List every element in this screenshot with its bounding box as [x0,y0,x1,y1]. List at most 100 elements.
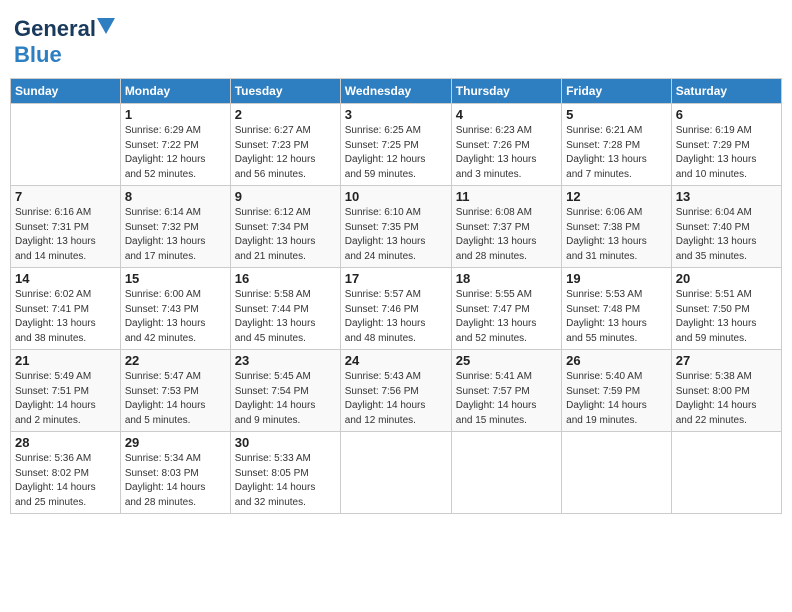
calendar-cell: 22 Sunrise: 5:47 AM Sunset: 7:53 PM Dayli… [120,350,230,432]
day-number: 10 [345,189,447,204]
day-number: 11 [456,189,557,204]
weekday-header-thursday: Thursday [451,79,561,104]
calendar-cell: 21 Sunrise: 5:49 AM Sunset: 7:51 PM Dayli… [11,350,121,432]
day-detail: Sunrise: 6:19 AM Sunset: 7:29 PM Dayligh… [676,124,777,182]
day-number: 9 [235,189,336,204]
day-number: 27 [676,353,777,368]
weekday-header-sunday: Sunday [11,79,121,104]
day-number: 22 [125,353,226,368]
day-detail: Sunrise: 6:27 AM Sunset: 7:23 PM Dayligh… [235,124,336,182]
day-detail: Sunrise: 6:29 AM Sunset: 7:22 PM Dayligh… [125,124,226,182]
calendar-week-4: 21 Sunrise: 5:49 AM Sunset: 7:51 PM Dayli… [11,350,782,432]
day-number: 21 [15,353,116,368]
day-number: 26 [566,353,667,368]
day-detail: Sunrise: 6:10 AM Sunset: 7:35 PM Dayligh… [345,206,447,264]
day-detail: Sunrise: 5:36 AM Sunset: 8:02 PM Dayligh… [15,452,116,510]
calendar-cell: 12Sunrise: 6:06 AM Sunset: 7:38 PM Dayli… [562,186,672,268]
day-detail: Sunrise: 6:04 AM Sunset: 7:40 PM Dayligh… [676,206,777,264]
day-detail: Sunrise: 6:06 AM Sunset: 7:38 PM Dayligh… [566,206,667,264]
calendar-cell: 9 Sunrise: 6:12 AM Sunset: 7:34 PM Daylig… [230,186,340,268]
calendar-cell: 25 Sunrise: 5:41 AM Sunset: 7:57 PM Dayli… [451,350,561,432]
day-number: 19 [566,271,667,286]
logo-arrow-icon [97,18,115,36]
day-detail: Sunrise: 6:08 AM Sunset: 7:37 PM Dayligh… [456,206,557,264]
day-detail: Sunrise: 6:00 AM Sunset: 7:43 PM Dayligh… [125,288,226,346]
day-number: 20 [676,271,777,286]
calendar-cell [562,432,672,514]
day-number: 25 [456,353,557,368]
calendar-cell: 28 Sunrise: 5:36 AM Sunset: 8:02 PM Dayli… [11,432,121,514]
day-detail: Sunrise: 6:25 AM Sunset: 7:25 PM Dayligh… [345,124,447,182]
weekday-header-monday: Monday [120,79,230,104]
day-number: 6 [676,107,777,122]
day-detail: Sunrise: 5:51 AM Sunset: 7:50 PM Dayligh… [676,288,777,346]
day-detail: Sunrise: 5:43 AM Sunset: 7:56 PM Dayligh… [345,370,447,428]
day-detail: Sunrise: 6:12 AM Sunset: 7:34 PM Dayligh… [235,206,336,264]
calendar-cell: 16 Sunrise: 5:58 AM Sunset: 7:44 PM Dayli… [230,268,340,350]
day-number: 24 [345,353,447,368]
day-detail: Sunrise: 5:34 AM Sunset: 8:03 PM Dayligh… [125,452,226,510]
day-detail: Sunrise: 5:53 AM Sunset: 7:48 PM Dayligh… [566,288,667,346]
day-detail: Sunrise: 5:47 AM Sunset: 7:53 PM Dayligh… [125,370,226,428]
calendar-cell: 7Sunrise: 6:16 AM Sunset: 7:31 PM Daylig… [11,186,121,268]
day-detail: Sunrise: 5:40 AM Sunset: 7:59 PM Dayligh… [566,370,667,428]
day-number: 5 [566,107,667,122]
day-detail: Sunrise: 5:55 AM Sunset: 7:47 PM Dayligh… [456,288,557,346]
calendar-cell: 6 Sunrise: 6:19 AM Sunset: 7:29 PM Daylig… [671,104,781,186]
calendar-week-1: 1 Sunrise: 6:29 AM Sunset: 7:22 PM Daylig… [11,104,782,186]
calendar-cell [340,432,451,514]
day-detail: Sunrise: 6:14 AM Sunset: 7:32 PM Dayligh… [125,206,226,264]
calendar-body: 1 Sunrise: 6:29 AM Sunset: 7:22 PM Daylig… [11,104,782,514]
logo-text-general: General [14,16,96,42]
day-detail: Sunrise: 5:45 AM Sunset: 7:54 PM Dayligh… [235,370,336,428]
calendar-cell: 4 Sunrise: 6:23 AM Sunset: 7:26 PM Daylig… [451,104,561,186]
calendar-cell: 18 Sunrise: 5:55 AM Sunset: 7:47 PM Dayli… [451,268,561,350]
calendar-cell: 14 Sunrise: 6:02 AM Sunset: 7:41 PM Dayli… [11,268,121,350]
day-number: 28 [15,435,116,450]
calendar-cell: 2 Sunrise: 6:27 AM Sunset: 7:23 PM Daylig… [230,104,340,186]
calendar-cell: 8 Sunrise: 6:14 AM Sunset: 7:32 PM Daylig… [120,186,230,268]
calendar-cell: 20 Sunrise: 5:51 AM Sunset: 7:50 PM Dayli… [671,268,781,350]
calendar-table: SundayMondayTuesdayWednesdayThursdayFrid… [10,78,782,514]
logo: General Blue [14,16,115,68]
day-detail: Sunrise: 6:23 AM Sunset: 7:26 PM Dayligh… [456,124,557,182]
calendar-cell: 30Sunrise: 5:33 AM Sunset: 8:05 PM Dayli… [230,432,340,514]
day-detail: Sunrise: 5:57 AM Sunset: 7:46 PM Dayligh… [345,288,447,346]
calendar-cell: 27 Sunrise: 5:38 AM Sunset: 8:00 PM Dayli… [671,350,781,432]
calendar-header-row: SundayMondayTuesdayWednesdayThursdayFrid… [11,79,782,104]
calendar-cell: 10 Sunrise: 6:10 AM Sunset: 7:35 PM Dayli… [340,186,451,268]
calendar-cell: 19 Sunrise: 5:53 AM Sunset: 7:48 PM Dayli… [562,268,672,350]
day-detail: Sunrise: 5:41 AM Sunset: 7:57 PM Dayligh… [456,370,557,428]
day-number: 29 [125,435,226,450]
day-number: 8 [125,189,226,204]
day-detail: Sunrise: 5:49 AM Sunset: 7:51 PM Dayligh… [15,370,116,428]
day-number: 14 [15,271,116,286]
calendar-cell: 26 Sunrise: 5:40 AM Sunset: 7:59 PM Dayli… [562,350,672,432]
page-header: General Blue [10,10,782,74]
day-number: 2 [235,107,336,122]
calendar-cell [11,104,121,186]
day-detail: Sunrise: 6:16 AM Sunset: 7:31 PM Dayligh… [15,206,116,264]
calendar-cell: 13 Sunrise: 6:04 AM Sunset: 7:40 PM Dayli… [671,186,781,268]
calendar-cell: 29 Sunrise: 5:34 AM Sunset: 8:03 PM Dayli… [120,432,230,514]
calendar-cell: 5Sunrise: 6:21 AM Sunset: 7:28 PM Daylig… [562,104,672,186]
day-number: 18 [456,271,557,286]
calendar-week-2: 7Sunrise: 6:16 AM Sunset: 7:31 PM Daylig… [11,186,782,268]
calendar-week-3: 14 Sunrise: 6:02 AM Sunset: 7:41 PM Dayli… [11,268,782,350]
day-detail: Sunrise: 5:58 AM Sunset: 7:44 PM Dayligh… [235,288,336,346]
day-detail: Sunrise: 5:38 AM Sunset: 8:00 PM Dayligh… [676,370,777,428]
weekday-header-friday: Friday [562,79,672,104]
calendar-cell: 11 Sunrise: 6:08 AM Sunset: 7:37 PM Dayli… [451,186,561,268]
day-number: 3 [345,107,447,122]
day-number: 1 [125,107,226,122]
logo-text-blue: Blue [14,42,62,67]
calendar-cell: 23 Sunrise: 5:45 AM Sunset: 7:54 PM Dayli… [230,350,340,432]
day-number: 23 [235,353,336,368]
day-number: 4 [456,107,557,122]
calendar-cell [671,432,781,514]
day-detail: Sunrise: 6:02 AM Sunset: 7:41 PM Dayligh… [15,288,116,346]
day-number: 16 [235,271,336,286]
calendar-cell [451,432,561,514]
calendar-cell: 17Sunrise: 5:57 AM Sunset: 7:46 PM Dayli… [340,268,451,350]
day-number: 13 [676,189,777,204]
